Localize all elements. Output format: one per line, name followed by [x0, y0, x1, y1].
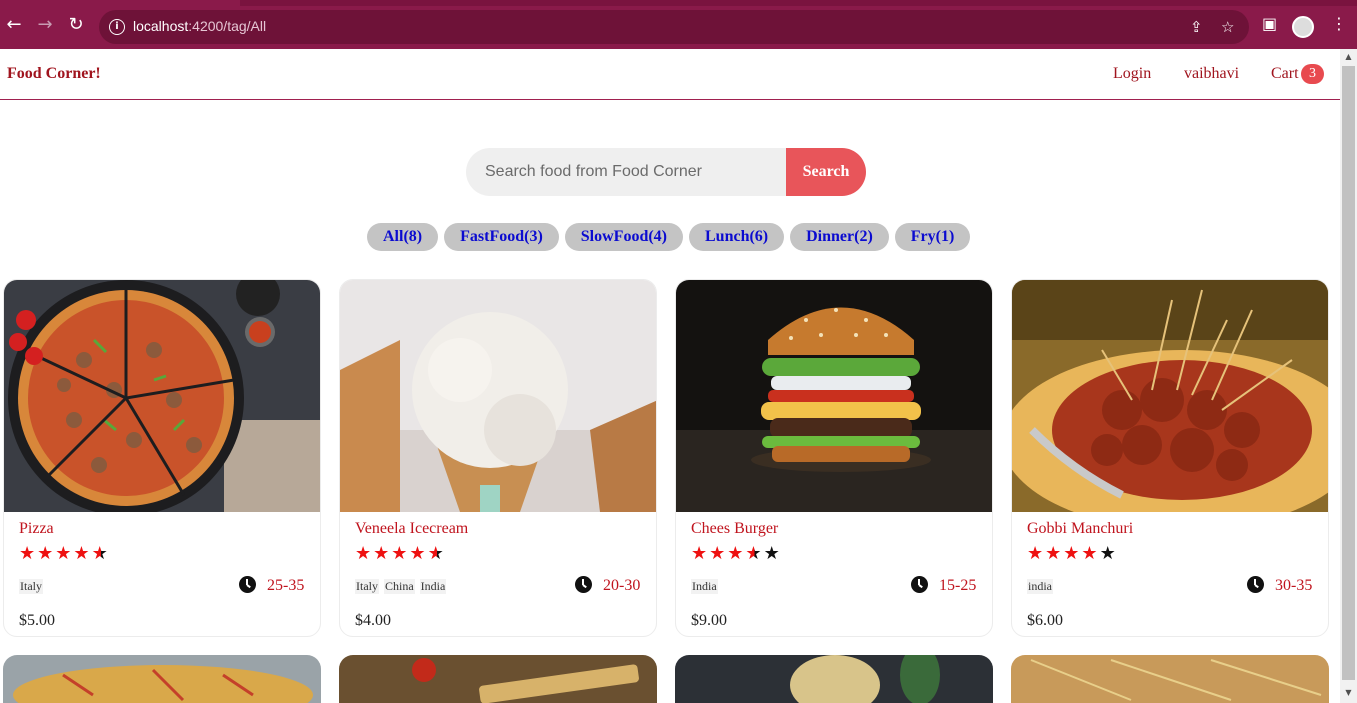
- star-full-icon: ★: [1027, 543, 1046, 564]
- food-card-partial[interactable]: [339, 655, 657, 703]
- search-form: Search: [466, 148, 866, 196]
- clock-icon: [1247, 576, 1264, 593]
- food-image: [339, 655, 657, 703]
- menu-dots-icon[interactable]: ⋮: [1331, 15, 1347, 33]
- origin-tag: India: [691, 579, 718, 594]
- food-image: [1012, 280, 1328, 512]
- origin-tag: Italy: [355, 579, 379, 594]
- star-half-icon: ★: [745, 543, 764, 564]
- star-full-icon: ★: [55, 543, 74, 564]
- user-link[interactable]: vaibhavi: [1184, 65, 1239, 83]
- cook-time: 30-35: [1275, 577, 1313, 594]
- back-icon[interactable]: ←: [2, 13, 26, 37]
- food-image: [3, 655, 321, 703]
- tag-all[interactable]: All(8): [367, 223, 439, 251]
- food-price: $5.00: [19, 612, 55, 629]
- food-name[interactable]: Chees Burger: [691, 520, 778, 538]
- star-full-icon: ★: [373, 543, 392, 564]
- food-image: [4, 280, 320, 512]
- food-card[interactable]: Gobbi Manchuri ★★★★★ india 30-35 $6.00: [1011, 279, 1329, 637]
- food-price: $6.00: [1027, 612, 1063, 629]
- origin-tag: india: [1027, 579, 1053, 594]
- cart-link[interactable]: Cart: [1271, 65, 1299, 83]
- origin-list: Italy: [19, 579, 43, 594]
- food-name[interactable]: Veneela Icecream: [355, 520, 468, 538]
- url-host: localhost: [133, 18, 189, 34]
- profile-avatar[interactable]: [1292, 16, 1314, 38]
- share-icon[interactable]: ⇪: [1190, 18, 1203, 36]
- search-input[interactable]: [466, 148, 788, 196]
- star-rating: ★★★★★: [691, 544, 782, 564]
- food-price: $4.00: [355, 612, 391, 629]
- food-card[interactable]: Chees Burger ★★★★★ India 15-25 $9.00: [675, 279, 993, 637]
- scroll-down-icon[interactable]: ▼: [1342, 687, 1355, 699]
- food-name[interactable]: Pizza: [19, 520, 54, 538]
- star-full-icon: ★: [691, 543, 710, 564]
- tag-fry[interactable]: Fry(1): [894, 223, 971, 251]
- forward-icon[interactable]: →: [33, 13, 57, 37]
- star-full-icon: ★: [37, 543, 56, 564]
- food-card[interactable]: Veneela Icecream ★★★★★ Italy China India…: [339, 279, 657, 637]
- tag-lunch[interactable]: Lunch(6): [689, 223, 785, 251]
- site-info-icon[interactable]: i: [109, 19, 125, 35]
- star-full-icon: ★: [391, 543, 410, 564]
- star-empty-icon: ★: [1099, 543, 1118, 564]
- star-full-icon: ★: [727, 543, 746, 564]
- star-rating: ★★★★★: [19, 544, 110, 564]
- star-full-icon: ★: [1063, 543, 1082, 564]
- address-bar[interactable]: i localhost:4200/tag/All ⇪ ☆: [99, 10, 1249, 44]
- food-price: $9.00: [691, 612, 727, 629]
- star-full-icon: ★: [19, 543, 38, 564]
- bookmark-star-icon[interactable]: ☆: [1221, 18, 1234, 36]
- food-image: [676, 280, 992, 512]
- origin-tag: China: [384, 579, 415, 594]
- origin-tag: Italy: [19, 579, 43, 594]
- login-link[interactable]: Login: [1113, 65, 1151, 83]
- tag-fastfood[interactable]: FastFood(3): [444, 223, 559, 251]
- site-logo[interactable]: Food Corner!: [7, 65, 101, 83]
- star-half-icon: ★: [427, 543, 446, 564]
- food-card-partial[interactable]: [3, 655, 321, 703]
- star-empty-icon: ★: [763, 543, 782, 564]
- scrollbar-thumb[interactable]: [1342, 66, 1355, 680]
- tag-list: All(8) FastFood(3) SlowFood(4) Lunch(6) …: [367, 223, 971, 251]
- star-rating: ★★★★★: [1027, 544, 1118, 564]
- star-full-icon: ★: [1081, 543, 1100, 564]
- star-full-icon: ★: [409, 543, 428, 564]
- reload-icon[interactable]: ↻: [64, 13, 88, 37]
- origin-list: india: [1027, 579, 1053, 594]
- cook-time: 20-30: [603, 577, 641, 594]
- food-card-partial[interactable]: [675, 655, 993, 703]
- app-header: Food Corner! Login vaibhavi Cart: [0, 49, 1340, 100]
- star-rating: ★★★★★: [355, 544, 446, 564]
- tag-dinner[interactable]: Dinner(2): [790, 223, 889, 251]
- food-image: [1011, 655, 1329, 703]
- scroll-up-icon[interactable]: ▲: [1342, 51, 1355, 63]
- cart-count-badge[interactable]: 3: [1301, 64, 1324, 84]
- star-full-icon: ★: [355, 543, 374, 564]
- url-path: :4200/tag/All: [188, 18, 267, 34]
- star-full-icon: ★: [73, 543, 92, 564]
- origin-list: India: [691, 579, 718, 594]
- food-image: [340, 280, 656, 512]
- star-full-icon: ★: [1045, 543, 1064, 564]
- side-panel-icon[interactable]: ▣: [1262, 15, 1277, 33]
- food-card[interactable]: Pizza ★★★★★ Italy 25-35 $5.00: [3, 279, 321, 637]
- food-image: [675, 655, 993, 703]
- clock-icon: [239, 576, 256, 593]
- food-name[interactable]: Gobbi Manchuri: [1027, 520, 1133, 538]
- cook-time: 25-35: [267, 577, 305, 594]
- food-card-partial[interactable]: [1011, 655, 1329, 703]
- search-button[interactable]: Search: [786, 148, 866, 196]
- clock-icon: [911, 576, 928, 593]
- tag-slowfood[interactable]: SlowFood(4): [564, 223, 683, 251]
- star-half-icon: ★: [91, 543, 110, 564]
- clock-icon: [575, 576, 592, 593]
- browser-tab-strip: [240, 0, 1357, 6]
- origin-tag: India: [419, 579, 447, 594]
- url-text[interactable]: localhost:4200/tag/All: [133, 18, 266, 34]
- cook-time: 15-25: [939, 577, 977, 594]
- origin-list: Italy China India: [355, 579, 447, 594]
- star-full-icon: ★: [709, 543, 728, 564]
